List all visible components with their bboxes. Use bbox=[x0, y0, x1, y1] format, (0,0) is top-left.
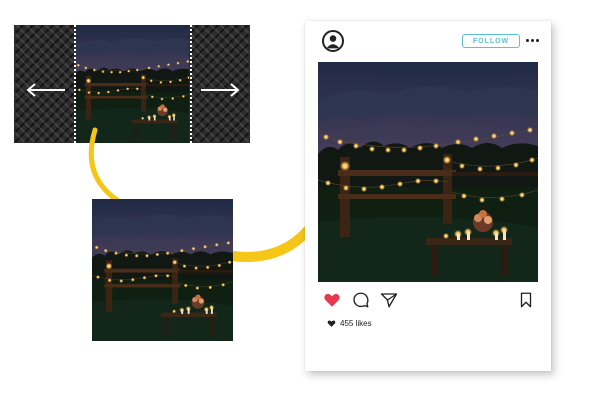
more-horizontal-icon[interactable] bbox=[524, 31, 540, 49]
comment-bubble-icon[interactable] bbox=[352, 291, 370, 309]
crop-guide-left bbox=[74, 25, 76, 143]
square-cropped-image bbox=[92, 199, 233, 341]
social-post-card: FOLLOW 455 likes bbox=[305, 21, 551, 371]
crop-guide-right bbox=[190, 25, 192, 143]
heart-small-icon bbox=[327, 319, 336, 327]
likes-row[interactable]: 455 likes bbox=[327, 317, 372, 329]
paper-plane-icon[interactable] bbox=[380, 291, 398, 309]
bookmark-icon[interactable] bbox=[517, 291, 535, 309]
post-image[interactable] bbox=[318, 62, 538, 282]
arrow-left-icon bbox=[26, 83, 66, 97]
crop-preview-strip bbox=[14, 25, 250, 143]
arrow-right-icon bbox=[200, 83, 240, 97]
likes-count: 455 likes bbox=[340, 318, 372, 328]
user-circle-icon[interactable] bbox=[322, 30, 344, 52]
crop-preview-image bbox=[75, 25, 191, 143]
follow-button[interactable]: FOLLOW bbox=[462, 34, 520, 48]
heart-filled-icon[interactable] bbox=[323, 291, 341, 309]
